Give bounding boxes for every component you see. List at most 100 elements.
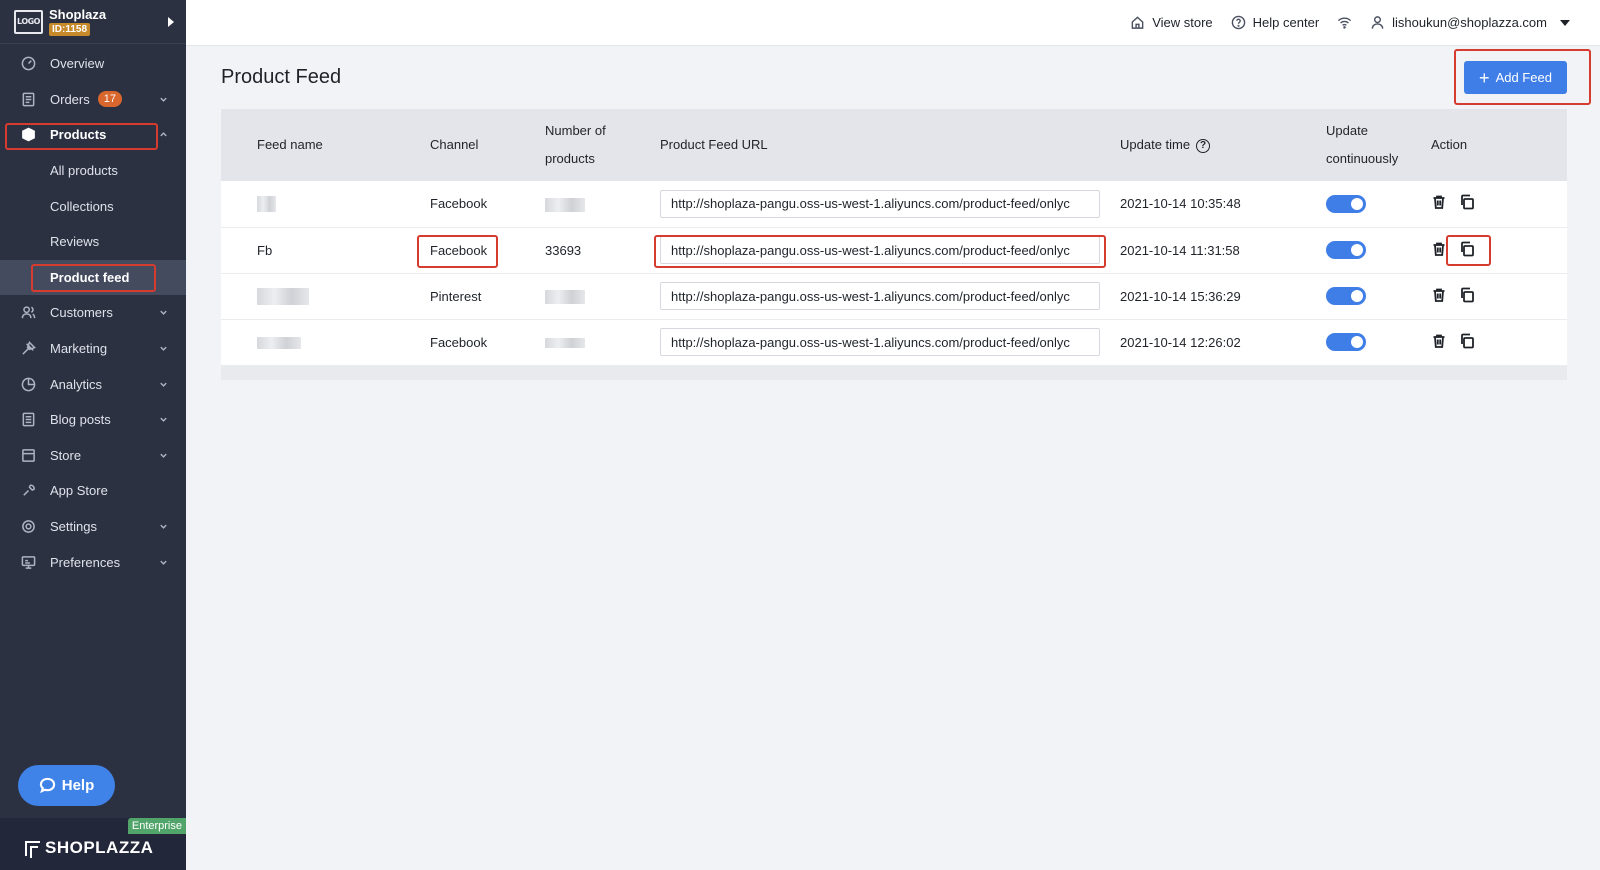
trash-icon[interactable] [1431, 333, 1447, 349]
action-cell [1431, 227, 1567, 273]
sidebar-item-label: Products [50, 127, 107, 143]
chevron-down-icon [158, 379, 168, 389]
home-icon [1131, 16, 1144, 29]
marketing-icon [20, 341, 36, 357]
question-circle-icon [1231, 15, 1245, 30]
products-cell: 33693 [545, 242, 582, 258]
feed-name-cell [221, 273, 430, 319]
sidebar-item-store[interactable]: Store [0, 438, 186, 474]
channel-cell: Facebook [430, 334, 488, 350]
sidebar-item-label: Marketing [50, 341, 108, 357]
header-update-continuously: Update continuously [1326, 109, 1431, 181]
feed-url-input[interactable] [660, 328, 1100, 356]
feed-url-input[interactable] [660, 282, 1100, 310]
question-circle-icon[interactable]: ? [1196, 138, 1211, 153]
sidebar-item-app-store[interactable]: App Store [0, 473, 186, 509]
sidebar-item-label: Settings [50, 519, 97, 535]
user-icon [1371, 16, 1384, 29]
sidebar-item-label: Blog posts [50, 412, 111, 428]
products-cell [545, 273, 660, 319]
sidebar-subitem-all-products[interactable]: All products [0, 153, 186, 189]
sidebar-item-label: Customers [50, 305, 113, 321]
trash-icon[interactable] [1431, 287, 1447, 303]
table-row: Facebook 2021-10-14 10:35:48 [221, 181, 1567, 227]
header-number-of-products: Number of products [545, 109, 660, 181]
sidebar-item-overview[interactable]: Overview [0, 46, 186, 82]
products-cell [545, 181, 660, 227]
copy-icon[interactable] [1459, 194, 1475, 210]
help-center-link[interactable]: Help center [1231, 15, 1319, 30]
footer-brand-text: SHOPLAZZA [45, 838, 154, 857]
update-continuously-toggle[interactable] [1326, 287, 1366, 305]
copy-icon[interactable] [1459, 333, 1475, 349]
header-channel: Channel [430, 137, 479, 152]
sidebar-item-label: Preferences [50, 554, 121, 570]
copy-icon[interactable] [1459, 287, 1475, 303]
table-row: Facebook 2021-10-14 12:26:02 [221, 319, 1567, 365]
chevron-down-icon [158, 557, 168, 567]
sidebar-item-blog-posts[interactable]: Blog posts [0, 402, 186, 438]
update-continuously-toggle[interactable] [1326, 194, 1366, 213]
user-menu[interactable]: lishoukun@shoplazza.com [1370, 15, 1570, 30]
feed-table-container: Feed name Channel Number of products Pro… [221, 109, 1567, 380]
caret-right-icon[interactable] [168, 16, 174, 27]
blurred-products [545, 338, 585, 349]
view-store-link[interactable]: View store [1130, 15, 1213, 30]
header-feed-name: Feed name [257, 137, 323, 152]
header-action: Action [1431, 137, 1468, 152]
add-feed-button[interactable]: + Add Feed [1464, 61, 1567, 94]
blurred-feed-name [257, 196, 276, 213]
sidebar: LOGO Shoplaza ID:1158 Overview Orders 17… [0, 0, 186, 870]
add-feed-label: Add Feed [1495, 70, 1552, 85]
header-update-continuously-line2: continuously [1326, 151, 1399, 166]
copy-icon[interactable] [1459, 241, 1475, 257]
toggle-cell [1326, 227, 1431, 273]
url-cell [660, 273, 1120, 319]
chevron-down-icon [158, 415, 168, 425]
feed-url-input[interactable] [660, 189, 1100, 218]
analytics-icon [20, 376, 36, 392]
preferences-icon [20, 554, 36, 570]
brand-header[interactable]: LOGO Shoplaza ID:1158 [0, 0, 186, 44]
sidebar-item-products[interactable]: Products [0, 117, 186, 153]
channel-cell: Pinterest [430, 288, 482, 304]
sidebar-footer: Enterprise SHOPLAZZA [0, 818, 186, 870]
header-number-of-products-line1: Number of [545, 123, 606, 138]
update-continuously-toggle[interactable] [1326, 333, 1366, 351]
sidebar-subitem-product-feed[interactable]: Product feed [0, 259, 186, 296]
table-header-row: Feed name Channel Number of products Pro… [221, 109, 1567, 181]
blurred-products [545, 289, 585, 304]
sidebar-item-orders[interactable]: Orders 17 [0, 82, 186, 118]
sidebar-subitem-collections[interactable]: Collections [0, 188, 186, 224]
url-cell [660, 181, 1120, 227]
trash-icon[interactable] [1431, 194, 1447, 210]
feed-url-input[interactable] [660, 236, 1100, 264]
trash-icon[interactable] [1431, 241, 1447, 257]
sidebar-subitem-reviews[interactable]: Reviews [0, 224, 186, 260]
user-email: lishoukun@shoplazza.com [1392, 15, 1547, 30]
blurred-feed-name [257, 337, 301, 350]
chevron-down-icon [158, 308, 168, 318]
wifi-status[interactable] [1337, 15, 1352, 30]
customers-icon [20, 305, 36, 321]
sidebar-item-analytics[interactable]: Analytics [0, 366, 186, 402]
sidebar-item-marketing[interactable]: Marketing [0, 331, 186, 367]
chevron-down-icon [158, 94, 168, 104]
help-button[interactable]: Help [18, 765, 115, 806]
chat-bubble-icon [39, 777, 55, 794]
sidebar-item-label: Analytics [50, 376, 103, 392]
update-time-cell: 2021-10-14 10:35:48 [1120, 196, 1241, 212]
store-logo: LOGO [14, 9, 43, 34]
sidebar-item-settings[interactable]: Settings [0, 509, 186, 545]
sidebar-item-label: Overview [50, 56, 105, 72]
store-name: Shoplaza [49, 6, 107, 22]
sidebar-item-preferences[interactable]: Preferences [0, 544, 186, 580]
settings-icon [20, 519, 36, 535]
page-title: Product Feed [221, 66, 342, 88]
update-continuously-toggle[interactable] [1326, 241, 1366, 259]
update-time-cell: 2021-10-14 15:36:29 [1120, 288, 1241, 304]
products-cell [545, 319, 660, 365]
sidebar-item-customers[interactable]: Customers [0, 295, 186, 331]
channel-cell: Facebook [430, 242, 488, 258]
feed-name-cell [221, 181, 430, 227]
